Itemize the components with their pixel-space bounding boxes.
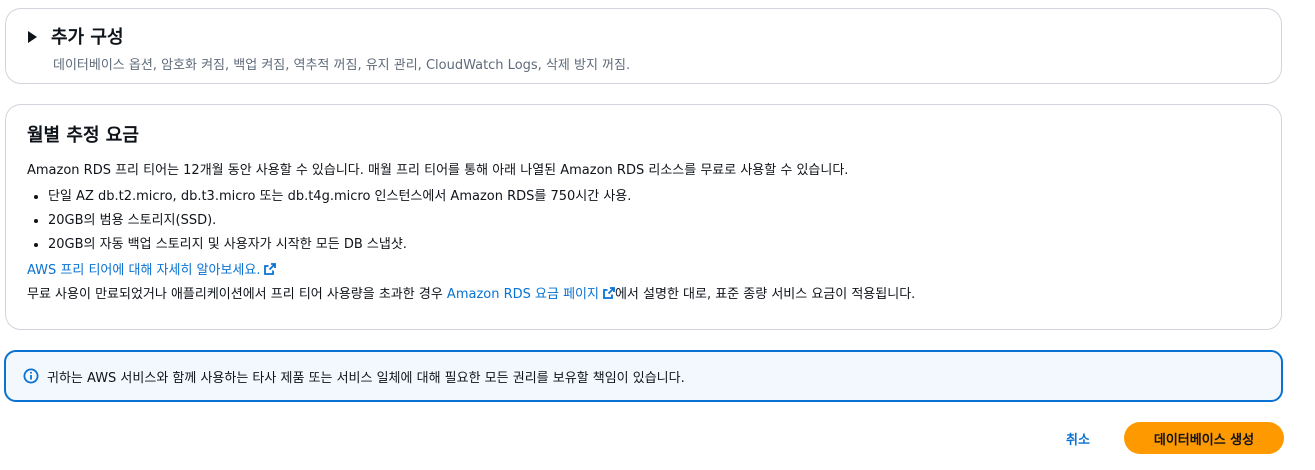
pricing-footer-text-before: 무료 사용이 만료되었거나 애플리케이션에서 프리 티어 사용량을 초과한 경우: [27, 287, 447, 302]
external-link-icon: [264, 263, 277, 275]
additional-config-description: 데이터베이스 옵션, 암호화 켜짐, 백업 켜짐, 역추적 꺼짐, 유지 관리,…: [53, 58, 631, 73]
create-database-button[interactable]: 데이터베이스 생성: [1124, 422, 1284, 454]
pricing-intro: Amazon RDS 프리 티어는 12개월 동안 사용할 수 있습니다. 매월…: [27, 163, 849, 178]
rds-pricing-page-link[interactable]: Amazon RDS 요금 페이지: [447, 287, 615, 302]
info-alert-text: 귀하는 AWS 서비스와 함께 사용하는 타사 제품 또는 서비스 일체에 대해…: [47, 370, 685, 386]
pricing-section: 월별 추정 요금 Amazon RDS 프리 티어는 12개월 동안 사용할 수…: [5, 104, 1282, 330]
free-tier-learn-more-label: AWS 프리 티어에 대해 자세히 알아보세요.: [27, 263, 261, 278]
pricing-body: Amazon RDS 프리 티어는 12개월 동안 사용할 수 있습니다. 매월…: [27, 159, 1261, 307]
list-item: 20GB의 자동 백업 스토리지 및 사용자가 시작한 모든 DB 스냅샷.: [48, 233, 1261, 257]
free-tier-learn-more-link[interactable]: AWS 프리 티어에 대해 자세히 알아보세요.: [27, 263, 277, 278]
info-icon: [23, 368, 39, 384]
pricing-footer: 무료 사용이 만료되었거나 애플리케이션에서 프리 티어 사용량을 초과한 경우…: [27, 283, 1261, 307]
caret-right-icon: [28, 31, 37, 43]
additional-config-title: 추가 구성: [51, 27, 124, 48]
learn-more-row: AWS 프리 티어에 대해 자세히 알아보세요.: [27, 259, 1261, 283]
external-link-icon: [603, 287, 615, 299]
pricing-title: 월별 추정 요금: [27, 125, 139, 146]
additional-config-section: 추가 구성 데이터베이스 옵션, 암호화 켜짐, 백업 켜짐, 역추적 꺼짐, …: [5, 8, 1282, 84]
rds-pricing-page-label: Amazon RDS 요금 페이지: [446, 287, 599, 302]
cancel-button[interactable]: 취소: [1058, 424, 1098, 452]
free-tier-list: 단일 AZ db.t2.micro, db.t3.micro 또는 db.t4g…: [27, 185, 1261, 257]
info-alert: 귀하는 AWS 서비스와 함께 사용하는 타사 제품 또는 서비스 일체에 대해…: [4, 350, 1283, 402]
list-item: 단일 AZ db.t2.micro, db.t3.micro 또는 db.t4g…: [48, 185, 1261, 209]
list-item: 20GB의 범용 스토리지(SSD).: [48, 209, 1261, 233]
additional-config-toggle[interactable]: 추가 구성: [28, 23, 124, 49]
pricing-footer-text-after: 에서 설명한 대로, 표준 종량 서비스 요금이 적용됩니다.: [614, 287, 916, 302]
